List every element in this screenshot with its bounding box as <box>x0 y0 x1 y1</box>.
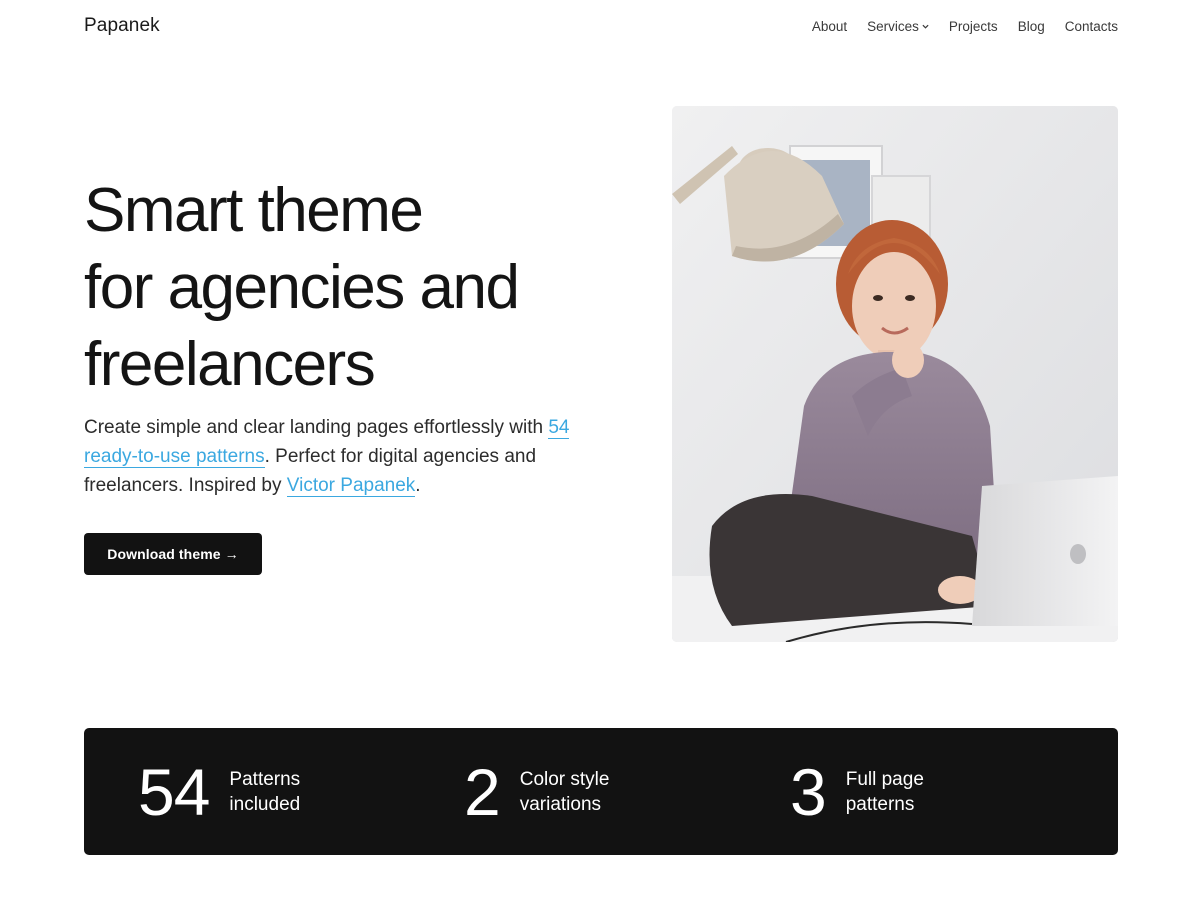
hero-description: Create simple and clear landing pages ef… <box>84 413 604 500</box>
stat-number: 2 <box>464 754 501 829</box>
hero-title-line: freelancers <box>84 330 376 399</box>
nav-item-contacts[interactable]: Contacts <box>1065 19 1118 34</box>
stat-patterns: 54 Patterns included <box>138 728 349 855</box>
stat-label: Color style variations <box>519 768 610 815</box>
site-logo[interactable]: Papanek <box>84 15 160 37</box>
hero-photo <box>672 106 1118 642</box>
stat-label: Patterns included <box>229 768 301 815</box>
stat-label: Full page patterns <box>845 768 924 815</box>
nav-item-services[interactable]: Services <box>867 19 929 34</box>
chevron-down-icon <box>922 24 929 29</box>
hero-photo-illustration <box>672 106 1118 642</box>
nav-item-blog[interactable]: Blog <box>1018 19 1045 34</box>
stat-number: 54 <box>138 754 210 829</box>
hero-title-line: for agencies and <box>84 253 520 322</box>
nav-label: Blog <box>1017 18 1045 34</box>
stats-bar: 54 Patterns included 2 Color style varia… <box>84 728 1118 855</box>
main-nav: About Services Projects Blog Contacts <box>812 19 1118 34</box>
nav-label: Projects <box>948 18 998 34</box>
victor-papanek-link[interactable]: Victor Papanek <box>286 475 416 497</box>
stat-full-page: 3 Full page patterns <box>790 728 966 855</box>
nav-item-projects[interactable]: Projects <box>949 19 998 34</box>
stat-color-variations: 2 Color style variations <box>464 728 640 855</box>
nav-label: Contacts <box>1064 18 1118 34</box>
hero-title-line: Smart theme <box>84 176 424 245</box>
stat-number: 3 <box>790 754 827 829</box>
description-text: Create simple and clear landing pages ef… <box>84 417 549 438</box>
nav-item-about[interactable]: About <box>812 19 847 34</box>
site-header: Papanek About Services Projects Blog Con… <box>84 0 1118 52</box>
nav-label: Services <box>867 18 919 34</box>
description-text: . <box>415 475 421 496</box>
hero-title: Smart theme for agencies and freelancers <box>84 172 644 403</box>
download-theme-button[interactable]: Download theme → <box>84 533 262 575</box>
nav-label: About <box>811 18 848 34</box>
